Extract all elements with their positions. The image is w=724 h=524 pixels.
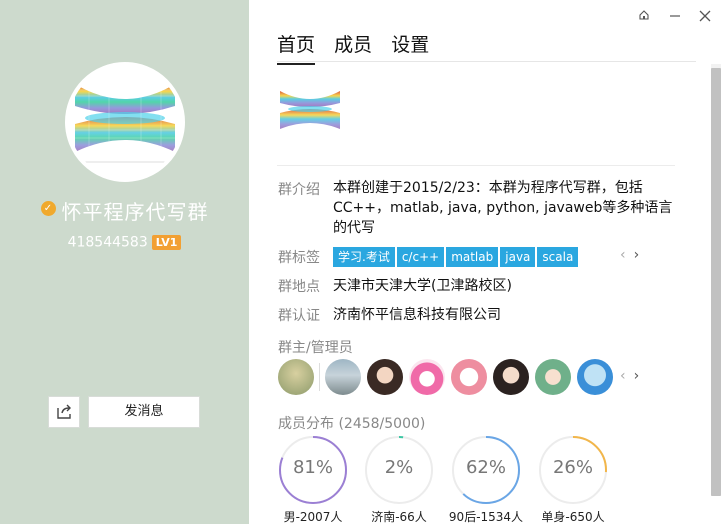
location-value: 天津市天津大学(卫津路校区) xyxy=(333,278,512,294)
chevron-left-icon[interactable]: ‹ xyxy=(620,247,626,263)
location-label: 群地点 xyxy=(278,279,320,295)
avatar[interactable] xyxy=(367,359,403,395)
level-badge: LV1 xyxy=(151,235,182,250)
member-count: (2458/5000) xyxy=(338,416,426,432)
pin-icon[interactable] xyxy=(638,9,650,25)
avatar[interactable] xyxy=(451,359,487,395)
chevron-right-icon[interactable]: › xyxy=(634,368,640,384)
scrollbar-thumb[interactable] xyxy=(711,68,721,496)
tab-home[interactable]: 首页 xyxy=(277,30,316,65)
send-message-button[interactable]: 发消息 xyxy=(88,396,200,428)
stat-percentage: 81% xyxy=(292,457,333,478)
group-photo-thumbnail[interactable] xyxy=(278,87,342,137)
group-id: 418544583 xyxy=(67,234,148,251)
avatar[interactable] xyxy=(325,359,361,395)
group-name: 怀平程序代写群 xyxy=(61,200,209,224)
admins-title: 群主/管理员 xyxy=(278,340,353,356)
share-icon xyxy=(57,404,71,419)
stat-label: 90后-1534人 xyxy=(448,510,524,524)
tags-label: 群标签 xyxy=(278,250,320,266)
distribution-title-text: 成员分布 xyxy=(278,416,334,432)
tag-item[interactable]: c/c++ xyxy=(396,247,445,267)
avatar[interactable] xyxy=(577,359,613,395)
stat-ring: 26% xyxy=(538,435,608,505)
stat-label: 单身-650人 xyxy=(541,510,605,524)
stat-label: 济南-66人 xyxy=(371,510,427,524)
distribution-title: 成员分布 (2458/5000) xyxy=(278,413,425,433)
tabs-divider xyxy=(277,61,696,62)
tag-item[interactable]: java xyxy=(500,247,536,267)
stat-percentage: 26% xyxy=(552,457,593,478)
tab-settings[interactable]: 设置 xyxy=(391,30,429,63)
tag-item[interactable]: 学习.考试 xyxy=(333,247,395,267)
tag-item[interactable]: scala xyxy=(537,247,579,267)
tag-list: 学习.考试 c/c++ matlab java scala xyxy=(333,247,580,267)
avatar[interactable] xyxy=(535,359,571,395)
minimize-icon[interactable] xyxy=(669,6,681,24)
tag-item[interactable]: matlab xyxy=(446,247,499,267)
stat-ring: 81% xyxy=(278,435,348,505)
owner-divider xyxy=(319,363,320,391)
group-avatar[interactable] xyxy=(65,62,185,182)
stat-ring: 62% xyxy=(451,435,521,505)
chevron-right-icon[interactable]: › xyxy=(634,247,640,263)
share-button[interactable] xyxy=(48,396,80,428)
surface-plot-thumbnail xyxy=(280,91,340,129)
intro-text: 本群创建于2015/2/23：本群为程序代写群，包括CC++，matlab, j… xyxy=(333,180,673,236)
section-divider xyxy=(277,165,675,166)
avatar[interactable] xyxy=(493,359,529,395)
chevron-left-icon[interactable]: ‹ xyxy=(620,368,626,384)
surface-plot-image xyxy=(69,66,181,178)
close-icon[interactable] xyxy=(699,10,711,26)
tab-bar: 首页 成员 设置 xyxy=(277,30,443,65)
tab-members[interactable]: 成员 xyxy=(334,30,372,63)
verified-badge-icon: ✓ xyxy=(40,201,56,216)
tags-pager: ‹ › xyxy=(620,247,639,263)
group-profile-panel: ✓ 怀平程序代写群 418544583 LV1 发消息 xyxy=(0,0,249,524)
intro-label: 群介绍 xyxy=(278,182,320,198)
certification-label: 群认证 xyxy=(278,308,320,324)
stat-label: 男-2007人 xyxy=(283,510,343,524)
avatar[interactable] xyxy=(278,359,314,395)
stat-percentage: 2% xyxy=(384,457,414,478)
certification-value: 济南怀平信息科技有限公司 xyxy=(333,307,501,323)
stat-ring: 2% xyxy=(364,435,434,505)
avatar[interactable] xyxy=(409,359,445,395)
stat-percentage: 62% xyxy=(465,457,506,478)
admins-pager: ‹ › xyxy=(620,368,639,384)
